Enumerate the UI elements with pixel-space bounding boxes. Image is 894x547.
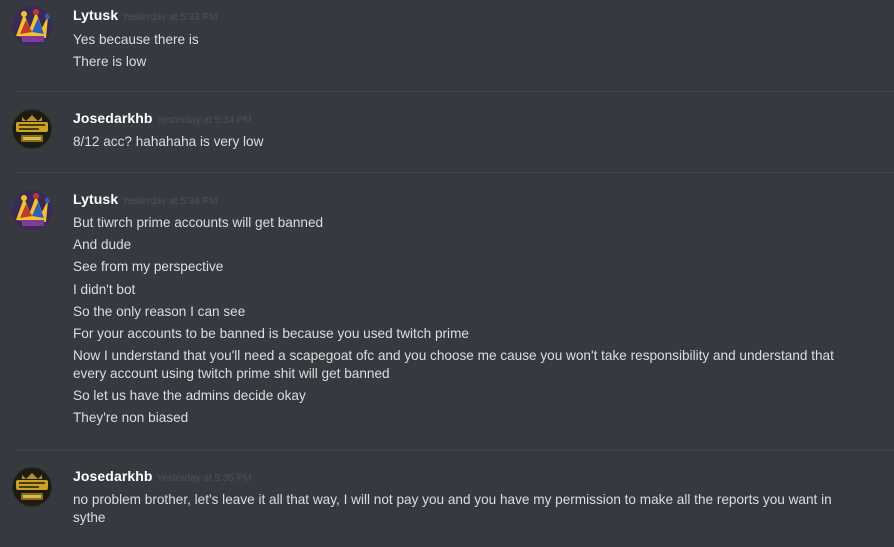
username[interactable]: Lytusk bbox=[73, 191, 118, 207]
jester-avatar-icon[interactable] bbox=[12, 6, 52, 46]
message-line: They're non biased bbox=[73, 410, 189, 426]
message-line: Yes because there is bbox=[73, 32, 199, 47]
message-line: For your accounts to be banned is becaus… bbox=[73, 326, 469, 342]
message-timestamp: Yesterday at 5:34 PM bbox=[156, 115, 252, 126]
message-timestamp: Yesterday at 5:34 PM bbox=[122, 196, 218, 207]
message-divider bbox=[16, 91, 894, 92]
message-line: So the only reason I can see bbox=[73, 303, 246, 319]
message-line: I didn't bot bbox=[73, 281, 136, 297]
message-line: Now I understand that you'll need a scap… bbox=[73, 348, 834, 382]
message-line: So let us have the admins decide okay bbox=[73, 388, 306, 404]
gold-badge-avatar-icon[interactable] bbox=[12, 109, 52, 149]
message-line: See from my perspective bbox=[73, 259, 224, 275]
chat-messages: Lytusk Yesterday at 5:33 PM Yes because t… bbox=[0, 0, 894, 547]
username[interactable]: Josedarkhb bbox=[73, 110, 153, 126]
username[interactable]: Lytusk bbox=[73, 7, 118, 23]
message-line: There is low bbox=[73, 54, 147, 70]
message-line: 8/12 acc? hahahaha is very low bbox=[73, 134, 264, 149]
message-line: no problem brother, let's leave it all t… bbox=[73, 492, 832, 525]
message-divider bbox=[16, 450, 894, 451]
message-timestamp: Yesterday at 5:35 PM bbox=[156, 473, 252, 484]
message-line: But tiwrch prime accounts will get banne… bbox=[73, 215, 324, 230]
username[interactable]: Josedarkhb bbox=[73, 468, 153, 484]
gold-badge-avatar-icon[interactable] bbox=[12, 467, 52, 507]
jester-avatar-icon[interactable] bbox=[12, 190, 52, 230]
message-timestamp: Yesterday at 5:33 PM bbox=[122, 12, 218, 23]
message-divider bbox=[16, 172, 894, 173]
message-line: And dude bbox=[73, 237, 132, 253]
